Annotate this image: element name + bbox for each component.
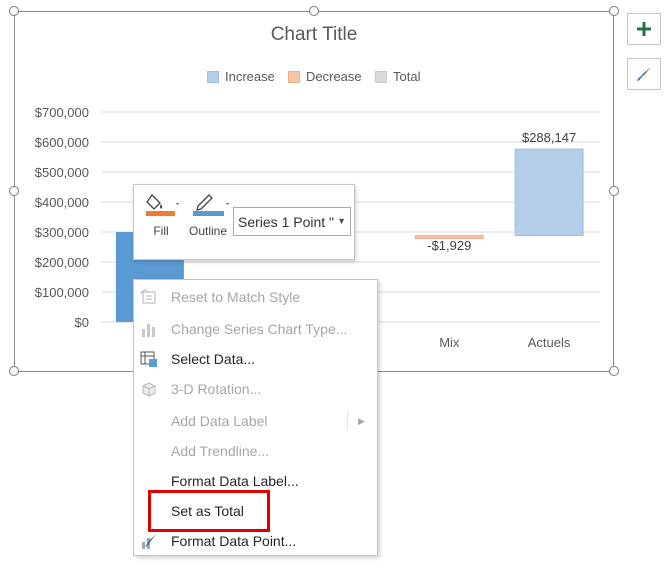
series-select-value: Series 1 Point " xyxy=(238,213,335,230)
fill-color-bar xyxy=(146,211,175,216)
highlight-annotation-box xyxy=(148,490,270,532)
series-point-select[interactable]: Series 1 Point " ▼ xyxy=(233,207,351,236)
menu-item-3d-rotation[interactable]: 3-D Rotation... xyxy=(134,374,377,404)
menu-label: Reset to Match Style xyxy=(171,289,301,305)
menu-label: Select Data... xyxy=(171,351,256,367)
cube-icon xyxy=(142,382,156,397)
y-tick-label: $400,000 xyxy=(35,195,89,210)
y-tick-label: $500,000 xyxy=(35,165,89,180)
waterfall-bar[interactable] xyxy=(514,148,584,237)
y-tick-label: $600,000 xyxy=(35,135,89,150)
plus-icon xyxy=(637,22,651,36)
y-tick-label: $100,000 xyxy=(35,285,89,300)
format-point-icon xyxy=(142,534,156,549)
fill-label: Fill xyxy=(153,224,169,238)
select-data-icon xyxy=(140,351,157,367)
pen-icon xyxy=(193,194,229,216)
data-label: $288,147 xyxy=(522,130,576,145)
outline-color-bar xyxy=(193,211,224,216)
chart-type-icon xyxy=(142,324,155,337)
fill-button[interactable]: Fill xyxy=(144,191,179,238)
format-mini-toolbar: Fill Outline Series 1 Point " ▼ xyxy=(133,184,355,260)
x-category-label: Actuels xyxy=(528,335,571,350)
outline-button[interactable]: Outline xyxy=(188,191,229,238)
menu-label: Change Series Chart Type... xyxy=(171,321,348,337)
menu-item-add-data-label[interactable]: Add Data Label ▶ xyxy=(134,406,377,436)
y-tick-label: $700,000 xyxy=(35,105,89,120)
menu-item-change-series-chart-type[interactable]: Change Series Chart Type... xyxy=(134,314,377,344)
menu-label: 3-D Rotation... xyxy=(171,381,262,397)
y-tick-label: $0 xyxy=(75,315,89,330)
chart-styles-button[interactable] xyxy=(627,58,661,90)
menu-item-select-data[interactable]: Select Data... xyxy=(134,344,377,374)
outline-label: Outline xyxy=(188,224,228,238)
data-label: -$1,929 xyxy=(427,238,471,253)
paint-bucket-icon xyxy=(146,193,179,216)
y-tick-label: $300,000 xyxy=(35,225,89,240)
paintbrush-icon xyxy=(637,67,651,81)
submenu-arrow-icon: ▶ xyxy=(358,416,365,426)
y-tick-label: $200,000 xyxy=(35,255,89,270)
menu-item-reset-to-match-style[interactable]: Reset to Match Style xyxy=(134,282,377,312)
menu-label: Add Data Label xyxy=(171,413,268,429)
reset-style-icon xyxy=(140,289,156,304)
dropdown-arrow-icon: ▼ xyxy=(337,216,346,226)
submenu-separator xyxy=(347,412,348,430)
chart-elements-button[interactable] xyxy=(627,13,661,45)
menu-item-add-trendline[interactable]: Add Trendline... xyxy=(134,436,377,466)
x-category-label: Mix xyxy=(439,335,460,350)
menu-label: Add Trendline... xyxy=(171,443,270,459)
